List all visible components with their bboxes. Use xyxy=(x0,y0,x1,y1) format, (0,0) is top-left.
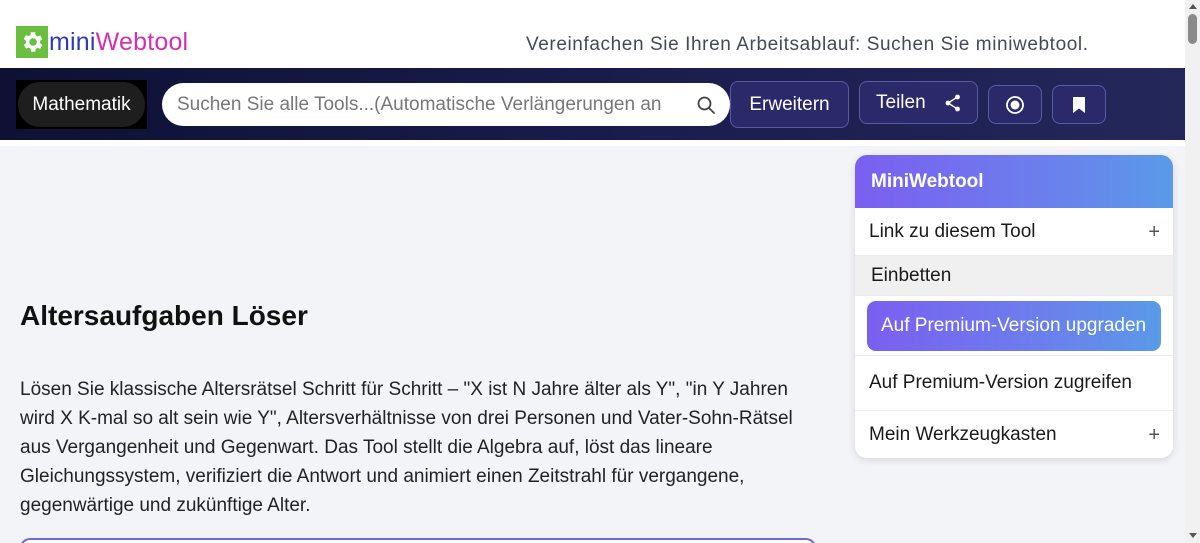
search-box xyxy=(162,83,730,126)
page-description: Lösen Sie klassische Altersrätsel Schrit… xyxy=(20,379,793,516)
my-toolbox-label: Mein Werkzeugkasten xyxy=(869,423,1057,445)
logo-text-mini: mini xyxy=(49,27,96,56)
logo-text: miniWebtool xyxy=(49,28,188,57)
gear-icon xyxy=(16,26,48,58)
upgrade-item: Auf Premium-Version upgraden xyxy=(855,296,1173,356)
upgrade-premium-button[interactable]: Auf Premium-Version upgraden xyxy=(867,300,1161,351)
share-icon xyxy=(945,94,960,112)
plus-icon[interactable]: + xyxy=(1148,424,1160,447)
record-button[interactable] xyxy=(988,85,1042,124)
expand-button[interactable]: Erweitern xyxy=(730,81,849,128)
miniwebtool-panel: MiniWebtool Link zu diesem Tool + Einbet… xyxy=(855,155,1173,458)
access-premium-label: Auf Premium-Version zugreifen xyxy=(869,372,1132,393)
scroll-down-icon[interactable] xyxy=(1189,533,1197,538)
bookmark-button[interactable] xyxy=(1052,85,1106,124)
my-toolbox-item[interactable]: Mein Werkzeugkasten + xyxy=(855,411,1173,458)
page-scrollbar[interactable] xyxy=(1185,0,1200,543)
tool-card-top xyxy=(20,538,816,543)
nav-bar: Mathematik Erweitern Teilen xyxy=(0,68,1185,140)
category-button[interactable]: Mathematik xyxy=(18,82,145,127)
scroll-thumb[interactable] xyxy=(1188,14,1197,44)
search-icon[interactable] xyxy=(696,95,716,115)
bookmark-icon xyxy=(1073,96,1085,113)
plus-icon[interactable]: + xyxy=(1148,221,1160,244)
logo-text-webtool: Webtool xyxy=(95,27,189,56)
link-to-tool-label: Link zu diesem Tool xyxy=(869,220,1036,242)
page-title: Altersaufgaben Löser xyxy=(20,300,308,331)
access-premium-item[interactable]: Auf Premium-Version zugreifen xyxy=(855,356,1173,411)
tagline: Vereinfachen Sie Ihren Arbeitsablauf: Su… xyxy=(526,34,1089,55)
panel-title: MiniWebtool xyxy=(855,155,1173,208)
site-logo[interactable]: miniWebtool xyxy=(16,26,188,58)
share-button-label: Teilen xyxy=(876,91,926,113)
record-icon xyxy=(1006,95,1024,114)
embed-item[interactable]: Einbetten xyxy=(855,256,1173,296)
share-button[interactable]: Teilen xyxy=(859,81,978,124)
top-header: miniWebtool Vereinfachen Sie Ihren Arbei… xyxy=(0,0,1185,68)
search-input[interactable] xyxy=(177,83,687,126)
category-wrapper: Mathematik xyxy=(16,80,147,129)
link-to-tool-item[interactable]: Link zu diesem Tool + xyxy=(855,208,1173,256)
embed-label: Einbetten xyxy=(871,264,952,286)
scroll-up-icon[interactable] xyxy=(1189,4,1197,9)
nav-divider xyxy=(0,140,1185,146)
